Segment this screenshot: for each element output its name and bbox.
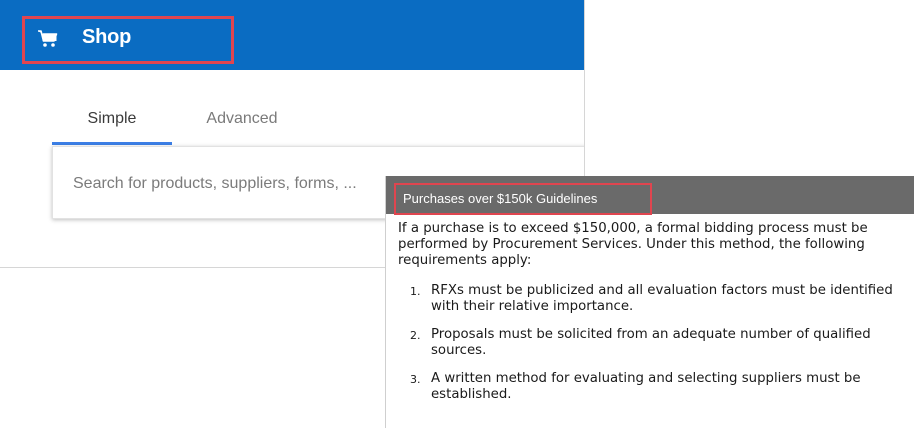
list-item-number: 2.: [410, 329, 421, 342]
list-item-number: 3.: [410, 373, 421, 386]
shop-header: Shop: [0, 0, 584, 70]
search-mode-tabs: Simple Advanced: [52, 98, 584, 146]
guidelines-body: If a purchase is to exceed $150,000, a f…: [398, 221, 908, 415]
guidelines-header: Purchases over $150k Guidelines: [386, 176, 914, 215]
tab-advanced[interactable]: Advanced: [182, 98, 302, 144]
list-item-text: RFXs must be publicized and all evaluati…: [431, 283, 893, 314]
tab-simple[interactable]: Simple: [52, 98, 172, 144]
guidelines-panel: Purchases over $150k Guidelines If a pur…: [385, 176, 914, 428]
guidelines-intro: If a purchase is to exceed $150,000, a f…: [398, 221, 868, 268]
active-tab-indicator: [52, 142, 172, 145]
list-item: 3. A written method for evaluating and s…: [410, 371, 908, 403]
shop-title: Shop: [82, 26, 132, 48]
guidelines-title-highlight: Purchases over $150k Guidelines: [394, 183, 652, 215]
list-item-text: A written method for evaluating and sele…: [431, 371, 861, 402]
list-item-number: 1.: [410, 285, 421, 298]
list-item-text: Proposals must be solicited from an adeq…: [431, 327, 871, 358]
guidelines-list: 1. RFXs must be publicized and all evalu…: [398, 283, 908, 403]
shopping-cart-icon: [38, 30, 58, 47]
shop-title-highlight[interactable]: Shop: [22, 16, 234, 64]
list-item: 1. RFXs must be publicized and all evalu…: [410, 283, 908, 315]
list-item: 2. Proposals must be solicited from an a…: [410, 327, 908, 359]
guidelines-title: Purchases over $150k Guidelines: [403, 191, 598, 206]
